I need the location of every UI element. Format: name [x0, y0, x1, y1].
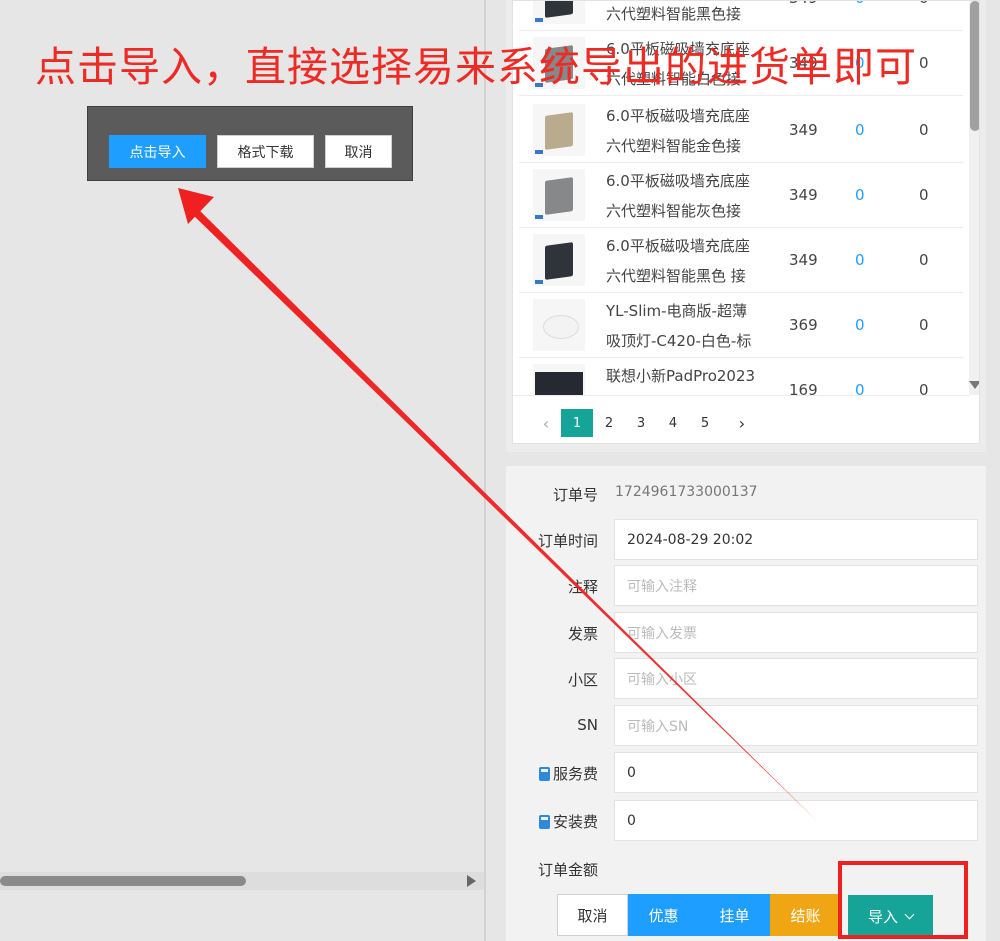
install-fee-label[interactable]: 安装费	[538, 811, 598, 832]
scroll-down-icon[interactable]	[969, 381, 979, 389]
product-row[interactable]: 6.0平板磁吸墙充底座 六代塑料智能黑色 接 349 0 0	[519, 228, 963, 293]
product-qty[interactable]: 0	[855, 186, 865, 204]
pane-divider	[484, 0, 486, 941]
product-name-line1: 6.0平板磁吸墙充底座	[606, 172, 750, 190]
order-no-label: 订单号	[552, 486, 598, 504]
discount-button[interactable]: 优惠	[628, 894, 699, 936]
product-name-line2: 六代塑料智能黑色接	[606, 5, 742, 23]
product-name: YL-Slim-电商版-超薄 吸顶灯-C420-白色-标	[606, 296, 751, 356]
product-subtotal: 0	[919, 121, 929, 139]
product-price: 349	[789, 251, 818, 269]
product-subtotal: 0	[919, 251, 929, 269]
community-input[interactable]: 可输入小区	[614, 658, 978, 699]
product-qty[interactable]: 0	[855, 1, 865, 7]
product-row[interactable]: 6.0平板磁吸墙充底座六代塑料智能黑色接 349 0 0	[519, 1, 963, 31]
product-thumbnail	[533, 1, 585, 24]
product-name-line1: 6.0平板磁吸墙充底座	[606, 107, 750, 125]
horizontal-scrollbar[interactable]	[0, 872, 484, 890]
scroll-right-icon[interactable]	[467, 875, 476, 887]
sn-input[interactable]: 可输入SN	[614, 705, 978, 746]
product-name-line2: 六代塑料智能灰色接	[606, 202, 742, 220]
product-name: 联想小新PadPro2023	[606, 361, 755, 391]
product-subtotal: 0	[919, 54, 929, 72]
page-3[interactable]: 3	[625, 409, 657, 437]
product-qty[interactable]: 0	[855, 251, 865, 269]
service-fee-label[interactable]: 服务费	[538, 763, 598, 784]
calculator-icon[interactable]	[538, 767, 550, 781]
sn-label: SN	[577, 716, 598, 734]
product-name: 6.0平板磁吸墙充底座 六代塑料智能灰色接	[606, 166, 750, 226]
calculator-icon[interactable]	[538, 815, 550, 829]
product-name-line1: YL-Slim-电商版-超薄	[606, 302, 747, 320]
annotation-banner: 点击导入，直接选择易来系统导出的进货单即可	[35, 43, 917, 91]
vertical-scrollbar[interactable]	[969, 1, 979, 395]
scrollbar-thumb[interactable]	[970, 1, 979, 131]
order-time-field[interactable]: 2024-08-29 20:02	[614, 519, 978, 560]
action-buttons: 取消 优惠 挂单 结账	[557, 894, 841, 936]
product-price: 349	[789, 121, 818, 139]
product-thumbnail	[533, 234, 585, 286]
import-dialog: 点击导入 格式下载 取消	[87, 106, 413, 181]
product-name: 6.0平板磁吸墙充底座六代塑料智能黑色接	[606, 1, 750, 29]
product-qty[interactable]: 0	[855, 316, 865, 334]
product-name-line2: 六代塑料智能黑色 接	[606, 267, 746, 285]
product-row[interactable]: 6.0平板磁吸墙充底座 六代塑料智能灰色接 349 0 0	[519, 163, 963, 228]
product-price: 349	[789, 1, 818, 7]
page-5[interactable]: 5	[689, 409, 721, 437]
product-price: 369	[789, 316, 818, 334]
install-fee-input[interactable]: 0	[614, 800, 978, 841]
click-import-button[interactable]: 点击导入	[109, 135, 206, 168]
product-name-line1: 6.0平板磁吸墙充底座	[606, 237, 750, 255]
product-subtotal: 0	[919, 316, 929, 334]
product-row[interactable]: 6.0平板磁吸墙充底座 六代塑料智能金色接 349 0 0	[519, 98, 963, 163]
community-label: 小区	[567, 671, 598, 689]
page-4[interactable]: 4	[657, 409, 689, 437]
invoice-label: 发票	[567, 625, 598, 643]
remark-label: 注释	[567, 578, 598, 596]
order-amount-label: 订单金额	[537, 861, 598, 879]
product-thumbnail	[533, 169, 585, 221]
chevron-left-icon[interactable]: ‹	[530, 409, 562, 437]
hold-button[interactable]: 挂单	[699, 894, 770, 936]
invoice-input[interactable]: 可输入发票	[614, 612, 978, 653]
format-download-button[interactable]: 格式下载	[217, 135, 314, 168]
scrollbar-thumb[interactable]	[0, 876, 246, 886]
page-1[interactable]: 1	[561, 409, 593, 437]
service-fee-input[interactable]: 0	[614, 752, 978, 793]
product-thumbnail	[533, 299, 585, 351]
remark-input[interactable]: 可输入注释	[614, 565, 978, 606]
product-name-line1: 联想小新PadPro2023	[606, 367, 756, 385]
chevron-right-icon[interactable]: ›	[726, 409, 758, 437]
product-name: 6.0平板磁吸墙充底座 六代塑料智能金色接	[606, 101, 750, 161]
product-thumbnail	[533, 104, 585, 156]
dialog-cancel-button[interactable]: 取消	[325, 135, 392, 168]
product-price: 349	[789, 186, 818, 204]
product-subtotal: 0	[919, 186, 929, 204]
pagination: ‹ 1 2 3 4 5 ›	[513, 395, 969, 443]
order-no-value: 1724961733000137	[615, 484, 758, 500]
product-subtotal: 0	[919, 1, 929, 7]
product-name-line2: 吸顶灯-C420-白色-标	[606, 332, 752, 350]
product-qty[interactable]: 0	[855, 121, 865, 139]
cancel-button[interactable]: 取消	[557, 894, 628, 936]
order-time-label: 订单时间	[537, 532, 598, 550]
annotation-highlight-box	[838, 861, 968, 939]
product-name: 6.0平板磁吸墙充底座 六代塑料智能黑色 接	[606, 231, 750, 291]
product-name-line2: 六代塑料智能金色接	[606, 137, 742, 155]
page-2[interactable]: 2	[593, 409, 625, 437]
checkout-button[interactable]: 结账	[770, 894, 841, 936]
product-row[interactable]: YL-Slim-电商版-超薄 吸顶灯-C420-白色-标 369 0 0	[519, 293, 963, 358]
